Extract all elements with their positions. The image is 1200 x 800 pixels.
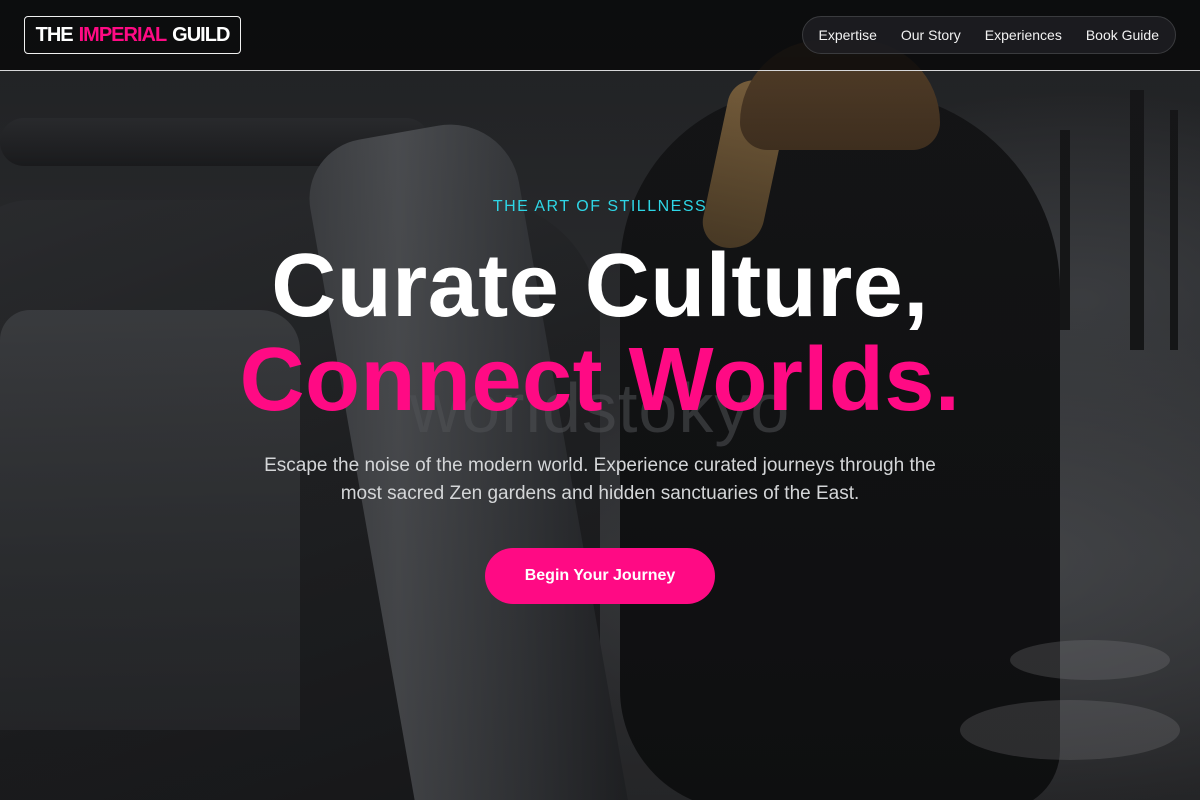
hero-subtitle: Escape the noise of the modern world. Ex… — [264, 455, 936, 504]
logo-text-guild: GUILD — [172, 23, 230, 46]
logo-text-the: THE — [35, 23, 74, 46]
brand-logo[interactable]: THE IMPERIAL GUILD — [24, 16, 241, 54]
logo-text-imperial: IMPERIAL — [78, 23, 168, 46]
begin-journey-button[interactable]: Begin Your Journey — [485, 548, 715, 604]
page: worldstokyo THE IMPERIAL GUILD Expertise… — [0, 0, 1200, 800]
nav-link-expertise[interactable]: Expertise — [807, 17, 889, 53]
nav-link-experiences[interactable]: Experiences — [973, 17, 1074, 53]
hero-eyebrow: THE ART OF STILLNESS — [492, 198, 708, 215]
nav-link-our-story[interactable]: Our Story — [889, 17, 973, 53]
nav-link-book-guide[interactable]: Book Guide — [1074, 17, 1171, 53]
nav-menu: Expertise Our Story Experiences Book Gui… — [801, 16, 1176, 54]
hero-headline-line1: Curate Culture, — [271, 236, 929, 336]
top-navbar: THE IMPERIAL GUILD Expertise Our Story E… — [0, 0, 1200, 71]
hero-headline-line2: Connect Worlds. — [239, 330, 961, 430]
